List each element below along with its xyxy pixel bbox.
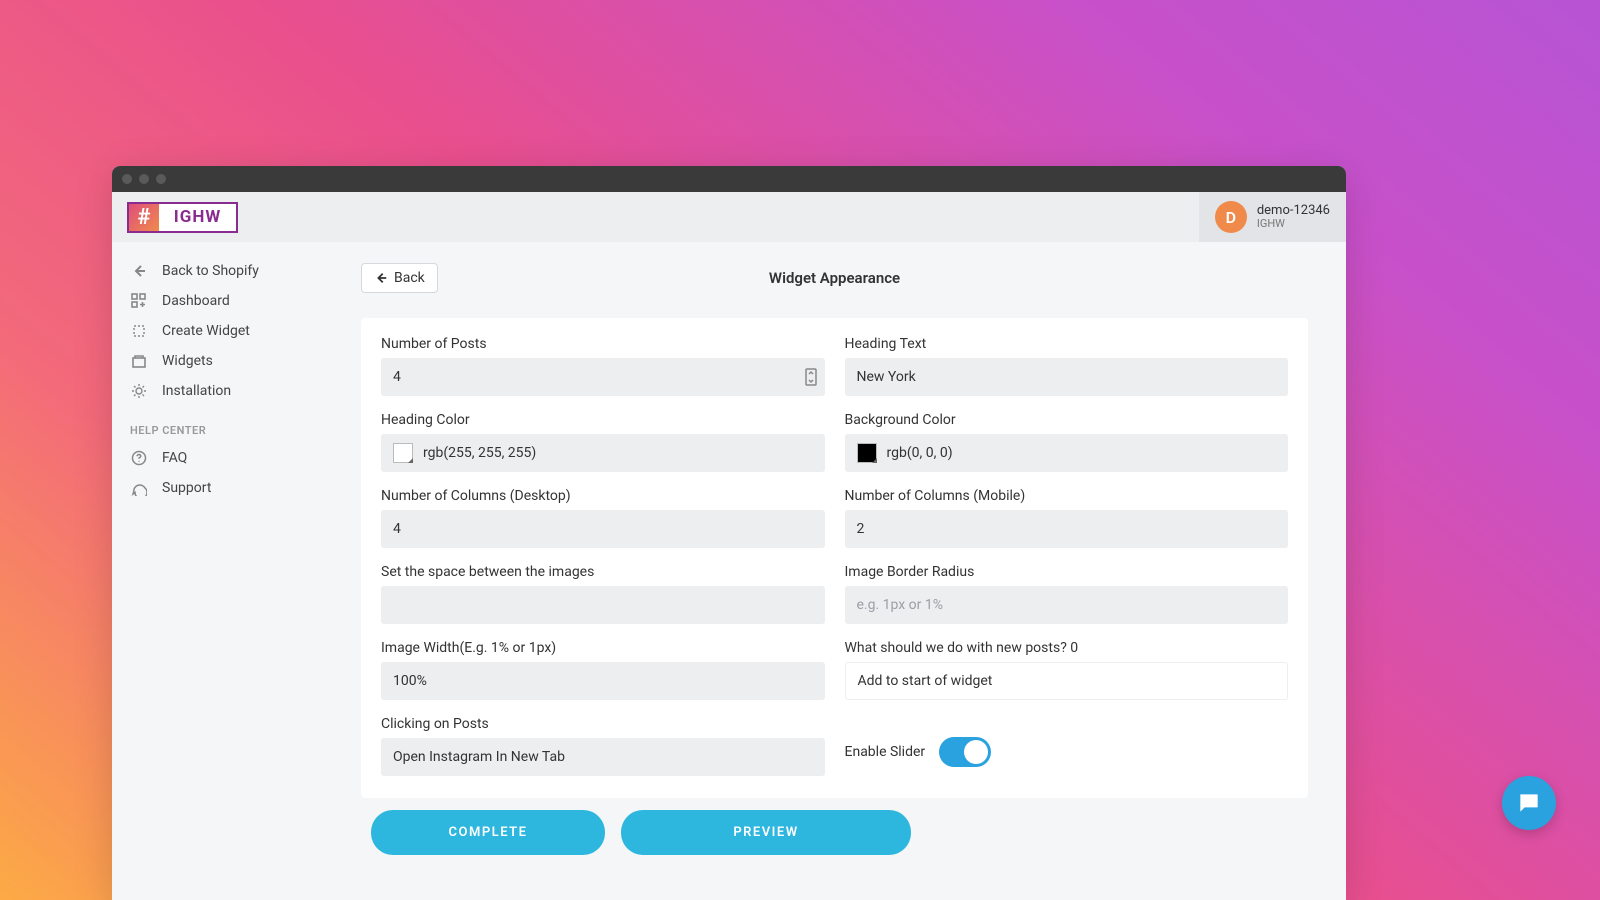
question-icon xyxy=(130,450,148,466)
sidebar-item-dashboard[interactable]: Dashboard xyxy=(112,286,323,316)
user-menu[interactable]: D demo-12346 IGHW xyxy=(1199,192,1346,242)
create-widget-icon xyxy=(130,323,148,339)
sidebar-item-support[interactable]: Support xyxy=(112,473,323,503)
toggle-knob xyxy=(964,740,988,764)
arrow-left-icon xyxy=(130,263,148,279)
user-app: IGHW xyxy=(1257,218,1330,230)
num-posts-label: Number of Posts xyxy=(381,336,825,352)
chat-fab[interactable] xyxy=(1502,776,1556,830)
sidebar-item-label: Widgets xyxy=(162,353,213,369)
click-posts-label: Clicking on Posts xyxy=(381,716,825,732)
sidebar-item-label: Installation xyxy=(162,383,231,399)
cols-desktop-label: Number of Columns (Desktop) xyxy=(381,488,825,504)
back-label: Back xyxy=(394,270,425,286)
new-posts-label: What should we do with new posts? 0 xyxy=(845,640,1289,656)
new-posts-value: Add to start of widget xyxy=(858,673,993,689)
sidebar-item-label: Dashboard xyxy=(162,293,230,309)
traffic-light-close[interactable] xyxy=(122,174,132,184)
lightbulb-icon xyxy=(130,383,148,399)
heading-text-input[interactable] xyxy=(845,358,1289,396)
main-content: Back Widget Appearance Number of Posts xyxy=(323,242,1346,900)
sidebar-item-label: Create Widget xyxy=(162,323,250,339)
sidebar-section-heading: HELP CENTER xyxy=(112,406,323,443)
dashboard-icon xyxy=(130,293,148,309)
bg-color-label: Background Color xyxy=(845,412,1289,428)
logo-hash: # xyxy=(129,204,159,231)
spacing-label: Set the space between the images xyxy=(381,564,825,580)
preview-button[interactable]: PREVIEW xyxy=(621,810,911,855)
sidebar-item-label: FAQ xyxy=(162,450,187,466)
app-logo: # IGHW xyxy=(127,202,238,233)
cols-desktop-input[interactable] xyxy=(381,510,825,548)
complete-button[interactable]: COMPLETE xyxy=(371,810,605,855)
spacing-input[interactable] xyxy=(381,586,825,624)
window-titlebar xyxy=(112,166,1346,192)
heading-color-value: rgb(255, 255, 255) xyxy=(423,445,536,461)
app-window: # IGHW D demo-12346 IGHW Back to Shopify xyxy=(112,166,1346,900)
sidebar-item-label: Back to Shopify xyxy=(162,263,259,279)
bg-color-input[interactable]: rgb(0, 0, 0) xyxy=(845,434,1289,472)
logo-text: IGHW xyxy=(159,204,236,231)
border-radius-label: Image Border Radius xyxy=(845,564,1289,580)
image-width-input[interactable] xyxy=(381,662,825,700)
heading-color-input[interactable]: rgb(255, 255, 255) xyxy=(381,434,825,472)
enable-slider-toggle[interactable] xyxy=(939,737,991,767)
number-stepper-icon[interactable] xyxy=(805,368,817,386)
traffic-light-minimize[interactable] xyxy=(139,174,149,184)
back-button[interactable]: Back xyxy=(361,263,438,293)
page-title: Widget Appearance xyxy=(361,269,1308,287)
topbar: # IGHW D demo-12346 IGHW xyxy=(112,192,1346,242)
sidebar: Back to Shopify Dashboard Create Widget xyxy=(112,242,323,900)
border-radius-input[interactable] xyxy=(845,586,1289,624)
sidebar-item-installation[interactable]: Installation xyxy=(112,376,323,406)
heading-color-label: Heading Color xyxy=(381,412,825,428)
color-swatch-icon xyxy=(857,443,877,463)
chat-icon xyxy=(130,480,148,496)
sidebar-item-widgets[interactable]: Widgets xyxy=(112,346,323,376)
heading-text-label: Heading Text xyxy=(845,336,1289,352)
bg-color-value: rgb(0, 0, 0) xyxy=(887,445,953,461)
cols-mobile-input[interactable] xyxy=(845,510,1289,548)
avatar: D xyxy=(1215,201,1247,233)
arrow-left-icon xyxy=(374,271,388,285)
traffic-light-zoom[interactable] xyxy=(156,174,166,184)
sidebar-item-faq[interactable]: FAQ xyxy=(112,443,323,473)
sidebar-item-back-to-shopify[interactable]: Back to Shopify xyxy=(112,256,323,286)
settings-card: Number of Posts Heading Text xyxy=(361,318,1308,798)
click-posts-select[interactable]: Open Instagram In New Tab xyxy=(381,738,825,776)
image-width-label: Image Width(E.g. 1% or 1px) xyxy=(381,640,825,656)
widgets-icon xyxy=(130,353,148,369)
color-swatch-icon xyxy=(393,443,413,463)
cols-mobile-label: Number of Columns (Mobile) xyxy=(845,488,1289,504)
user-name: demo-12346 xyxy=(1257,204,1330,218)
sidebar-item-label: Support xyxy=(162,480,211,496)
sidebar-item-create-widget[interactable]: Create Widget xyxy=(112,316,323,346)
click-posts-value: Open Instagram In New Tab xyxy=(393,749,565,765)
chat-bubble-icon xyxy=(1516,790,1542,816)
enable-slider-label: Enable Slider xyxy=(845,744,926,760)
num-posts-input[interactable] xyxy=(381,358,825,396)
new-posts-select[interactable]: Add to start of widget xyxy=(845,662,1289,700)
